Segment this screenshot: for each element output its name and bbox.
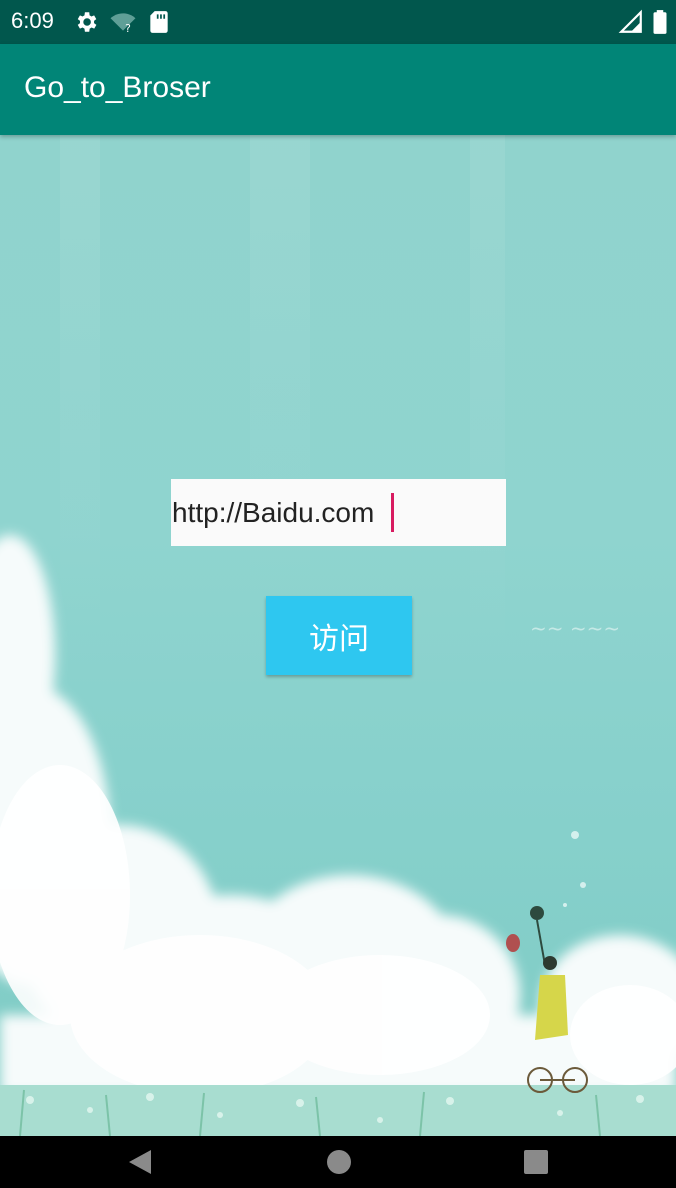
status-time: 6:09 xyxy=(11,8,54,33)
visit-button[interactable]: 访问 xyxy=(266,596,412,675)
home-icon[interactable] xyxy=(322,1146,356,1178)
recents-icon[interactable] xyxy=(519,1146,553,1178)
wifi-unknown-icon: ? xyxy=(110,13,136,35)
navigation-bar xyxy=(0,1136,676,1188)
app-title: Go_to_Broser xyxy=(24,71,211,104)
app-bar: Go_to_Broser xyxy=(0,44,676,135)
gear-icon xyxy=(77,12,97,32)
main-content: ~~ ~~~ 访问 xyxy=(0,135,676,1136)
url-input[interactable] xyxy=(171,479,506,546)
signal-icon xyxy=(618,9,642,33)
battery-icon xyxy=(653,10,667,34)
svg-text:~~ ~~~: ~~ ~~~ xyxy=(530,616,620,640)
sd-card-icon xyxy=(150,11,168,33)
svg-text:?: ? xyxy=(125,22,131,35)
status-bar: 6:09 ? xyxy=(0,0,676,44)
text-cursor xyxy=(391,493,394,532)
back-icon[interactable] xyxy=(123,1146,157,1178)
